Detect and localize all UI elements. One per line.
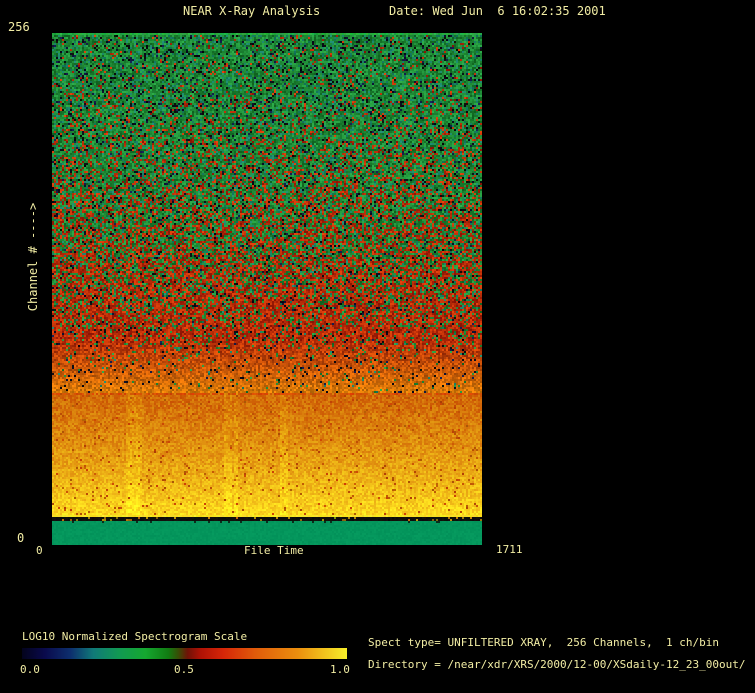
date-label: Date: Wed Jun 6 16:02:35 2001 <box>389 4 606 18</box>
y-axis-title: Channel # ----> <box>26 202 40 312</box>
colorbar-tick-0: 0.0 <box>20 663 40 676</box>
spect-type-label: Spect type= UNFILTERED XRAY, 256 Channel… <box>368 636 719 649</box>
y-axis-max-label: 256 <box>8 20 30 34</box>
app-window: NEAR X-Ray Analysis Date: Wed Jun 6 16:0… <box>0 0 755 693</box>
colorbar-title: LOG10 Normalized Spectrogram Scale <box>22 630 248 643</box>
x-axis-title: File Time <box>244 544 304 557</box>
y-axis-min-label: 0 <box>17 531 25 545</box>
colorbar-tick-0.5: 0.5 <box>174 663 194 676</box>
colorbar-tick-1: 1.0 <box>330 663 350 676</box>
colorbar-gradient <box>22 648 347 659</box>
page-title: NEAR X-Ray Analysis <box>183 4 321 18</box>
spectrogram-plot <box>52 33 482 545</box>
directory-label: Directory = /near/xdr/XRS/2000/12-00/XSd… <box>368 658 746 671</box>
x-axis-max-label: 1711 <box>496 543 523 556</box>
x-axis-min-label: 0 <box>36 544 43 557</box>
